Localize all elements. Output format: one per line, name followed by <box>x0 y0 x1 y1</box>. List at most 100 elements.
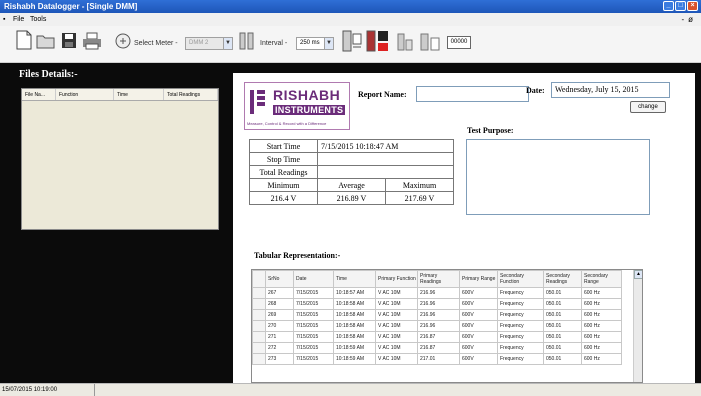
new-file-icon[interactable] <box>16 30 32 50</box>
cell-col-date: 7/15/2015 <box>293 353 334 365</box>
company-logo: RISHABH INSTRUMENTS Measure, Control & R… <box>244 82 350 130</box>
files-col-function[interactable]: Function <box>56 89 114 100</box>
logo-tagline: Measure, Control & Record with a Differe… <box>247 121 327 126</box>
window-controls: _ □ × <box>663 1 698 11</box>
cell-col-primary-range: 600V <box>459 287 498 299</box>
maximize-button[interactable]: □ <box>675 1 686 11</box>
cell-col-secondary-range: 600 Hz <box>581 287 622 299</box>
readings-header-col-primary-readings[interactable]: Primary Readings <box>417 270 460 288</box>
cell-col-time: 10:18:58 AM <box>333 331 376 343</box>
connect-meter-icon[interactable] <box>115 33 131 49</box>
readings-scrollbar[interactable]: ▲ <box>633 270 642 382</box>
save-icon[interactable] <box>61 32 77 49</box>
stop-logging-icon[interactable] <box>366 30 390 54</box>
settings-meter-icon[interactable] <box>420 32 440 52</box>
cell-col-date: 7/15/2015 <box>293 342 334 354</box>
rishabh-logo-icon <box>250 90 265 114</box>
menu-tools[interactable]: Tools <box>30 13 46 26</box>
readings-grid[interactable]: SrNo Date Time Primary Function Primary Read… <box>251 269 643 383</box>
meter-device-icon[interactable] <box>238 31 256 51</box>
readings-header-col-secondary-function[interactable]: Secondary Function <box>497 270 544 288</box>
report-name-input[interactable] <box>416 86 529 102</box>
select-meter-dropdown[interactable]: DMM 2 ▼ <box>185 37 233 50</box>
cell-col-primary-function: V AC 10M <box>375 342 418 354</box>
start-time-label: Start Time <box>249 139 318 153</box>
table-row[interactable]: 273 7/15/2015 10:18:59 AM V AC 10M 217.01 600… <box>252 353 622 365</box>
readings-table: SrNo Date Time Primary Function Primary Read… <box>252 270 622 365</box>
row-selector[interactable] <box>252 287 266 299</box>
interval-value: 250 ms <box>300 40 320 46</box>
table-row[interactable]: 271 7/15/2015 10:18:58 AM V AC 10M 216.87 600… <box>252 331 622 343</box>
table-row[interactable]: 267 7/15/2015 10:18:57 AM V AC 10M 216.96 600… <box>252 287 622 299</box>
minimize-button[interactable]: _ <box>663 1 674 11</box>
cell-col-primary-function: V AC 10M <box>375 353 418 365</box>
row-selector[interactable] <box>252 298 266 310</box>
cell-col-date: 7/15/2015 <box>293 298 334 310</box>
start-time-value: 7/15/2015 10:18:47 AM <box>317 139 454 153</box>
cell-col-primary-readings: 216.87 <box>417 342 460 354</box>
stop-time-value <box>317 152 454 166</box>
row-selector[interactable] <box>252 353 266 365</box>
cell-col-srno: 269 <box>265 309 294 321</box>
cell-col-date: 7/15/2015 <box>293 309 334 321</box>
row-selector[interactable] <box>252 331 266 343</box>
cell-col-secondary-readings: 050.01 <box>543 353 582 365</box>
cell-col-secondary-readings: 050.01 <box>543 331 582 343</box>
minimum-value: 216.4 V <box>249 191 318 205</box>
cell-col-secondary-readings: 050.01 <box>543 298 582 310</box>
cell-col-secondary-range: 600 Hz <box>581 353 622 365</box>
counter-display: 00000 <box>447 36 471 49</box>
cell-col-primary-readings: 217.01 <box>417 353 460 365</box>
readings-header-col-secondary-readings[interactable]: Secondary Readings <box>543 270 582 288</box>
files-col-total-readings[interactable]: Total Readings <box>164 89 218 100</box>
readings-header-col-time[interactable]: Time <box>333 270 376 288</box>
files-col-filename[interactable]: File Na... <box>22 89 56 100</box>
cell-col-secondary-function: Frequency <box>497 309 544 321</box>
readings-header-col-secondary-range[interactable]: Secondary Range <box>581 270 622 288</box>
readings-header-col-primary-range[interactable]: Primary Range <box>459 270 498 288</box>
row-selector[interactable] <box>252 309 266 321</box>
files-list[interactable]: File Na... Function Time Total Readings <box>21 88 219 230</box>
cell-col-primary-function: V AC 10M <box>375 331 418 343</box>
menu-file[interactable]: File <box>13 13 24 26</box>
cell-col-time: 10:18:58 AM <box>333 298 376 310</box>
cell-col-secondary-readings: 050.01 <box>543 287 582 299</box>
table-row[interactable]: 268 7/15/2015 10:18:58 AM V AC 10M 216.96 600… <box>252 298 622 310</box>
cell-col-primary-range: 600V <box>459 309 498 321</box>
cell-col-date: 7/15/2015 <box>293 287 334 299</box>
average-value: 216.89 V <box>317 191 386 205</box>
row-selector[interactable] <box>252 320 266 332</box>
readings-header-col-primary-function[interactable]: Primary Function <box>375 270 418 288</box>
test-purpose-label: Test Purpose: <box>467 126 514 135</box>
readings-header-col-date[interactable]: Date <box>293 270 334 288</box>
scroll-up-icon[interactable]: ▲ <box>634 270 642 279</box>
cell-col-secondary-function: Frequency <box>497 320 544 332</box>
close-button[interactable]: × <box>687 1 698 11</box>
start-logging-icon[interactable] <box>342 30 362 52</box>
interval-dropdown[interactable]: 250 ms ▼ <box>296 37 334 50</box>
mdi-controls[interactable]: -ø <box>681 13 697 26</box>
export-icon[interactable] <box>397 32 413 52</box>
report-panel: RISHABH INSTRUMENTS Measure, Control & R… <box>233 73 695 383</box>
cell-col-srno: 273 <box>265 353 294 365</box>
maximum-value: 217.69 V <box>385 191 454 205</box>
cell-col-srno: 272 <box>265 342 294 354</box>
files-col-time[interactable]: Time <box>114 89 164 100</box>
report-name-label: Report Name: <box>358 90 407 99</box>
app-menu-icon[interactable]: ▪ <box>3 13 5 26</box>
change-date-button[interactable]: change <box>630 101 666 113</box>
table-row[interactable]: 272 7/15/2015 10:18:59 AM V AC 10M 216.87 600… <box>252 342 622 354</box>
open-folder-icon[interactable] <box>36 33 56 49</box>
date-picker[interactable]: Wednesday, July 15, 2015 <box>551 82 670 98</box>
test-purpose-textarea[interactable] <box>466 139 650 215</box>
summary-table: Start Time 7/15/2015 10:18:47 AM Stop Ti… <box>249 139 454 205</box>
row-selector[interactable] <box>252 342 266 354</box>
readings-header-col-srno[interactable]: SrNo <box>265 270 294 288</box>
cell-col-time: 10:18:58 AM <box>333 320 376 332</box>
cell-col-primary-readings: 216.96 <box>417 320 460 332</box>
print-icon[interactable] <box>82 32 102 50</box>
cell-col-primary-function: V AC 10M <box>375 287 418 299</box>
cell-col-secondary-function: Frequency <box>497 298 544 310</box>
table-row[interactable]: 270 7/15/2015 10:18:58 AM V AC 10M 216.96 600… <box>252 320 622 332</box>
table-row[interactable]: 269 7/15/2015 10:18:58 AM V AC 10M 216.96 600… <box>252 309 622 321</box>
